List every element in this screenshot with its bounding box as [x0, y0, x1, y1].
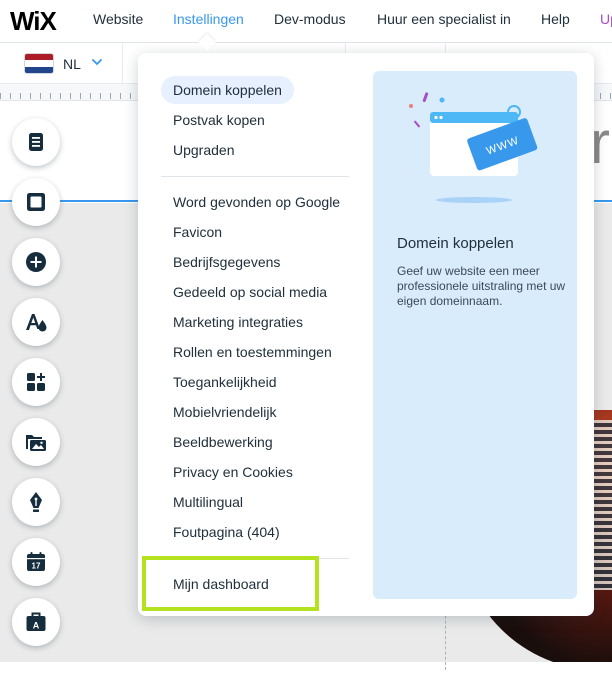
highlight-annotation [142, 556, 319, 611]
info-title: Domein koppelen [397, 235, 514, 252]
menu-toegankelijkheid[interactable]: Toegankelijkheid [161, 368, 289, 396]
nav-instellingen[interactable]: Instellingen [173, 11, 244, 27]
menu-favicon[interactable]: Favicon [161, 218, 234, 246]
menu-postvak-kopen[interactable]: Postvak kopen [161, 106, 277, 134]
media-button[interactable] [12, 418, 60, 466]
background-icon [27, 193, 45, 211]
top-bar: WiX Website Instellingen Dev-modus Huur … [0, 0, 612, 43]
menu-marketing-integraties[interactable]: Marketing integraties [161, 308, 315, 336]
menu-multilingual[interactable]: Multilingual [161, 488, 255, 516]
domain-illustration-icon: WWW [409, 92, 538, 203]
language-code[interactable]: NL [63, 56, 81, 72]
nav-upgrade[interactable]: Up [600, 11, 612, 27]
canvas-image-detail [592, 420, 612, 590]
pages-button[interactable] [12, 118, 60, 166]
pen-icon [30, 492, 42, 512]
canvas-footer-strip [0, 662, 612, 681]
menu-domein-koppelen[interactable]: Domein koppelen [161, 76, 294, 104]
chevron-down-icon[interactable] [90, 55, 104, 69]
nav-hire-specialist[interactable]: Huur een specialist in [377, 11, 511, 27]
menu-gedeeld-op-social-media[interactable]: Gedeeld op social media [161, 278, 339, 306]
flag-nl-icon[interactable] [25, 54, 53, 73]
nav-dev-modus[interactable]: Dev-modus [274, 11, 346, 27]
apps-icon [27, 373, 45, 391]
design-icon [26, 314, 47, 332]
menu-mobielvriendelijk[interactable]: Mobielvriendelijk [161, 398, 289, 426]
menu-divider [161, 176, 349, 177]
apps-button[interactable] [12, 358, 60, 406]
svg-text:A: A [33, 621, 40, 631]
background-button[interactable] [12, 178, 60, 226]
menu-rollen-en-toestemmingen[interactable]: Rollen en toestemmingen [161, 338, 344, 366]
subbar-divider [122, 43, 123, 83]
add-icon [26, 252, 46, 272]
blog-button[interactable] [12, 478, 60, 526]
menu-beeldbewerking[interactable]: Beeldbewerking [161, 428, 285, 456]
info-description: Geef uw website een meer professionele u… [397, 264, 566, 308]
menu-bedrijfsgegevens[interactable]: Bedrijfsgegevens [161, 248, 292, 276]
nav-help[interactable]: Help [541, 11, 570, 27]
business-briefcase-icon: A [26, 612, 46, 631]
business-button[interactable]: A [12, 598, 60, 646]
menu-privacy-en-cookies[interactable]: Privacy en Cookies [161, 458, 305, 486]
bookings-calendar-icon: 17 [27, 552, 45, 571]
nav-website[interactable]: Website [93, 11, 143, 27]
menu-foutpagina-404[interactable]: Foutpagina (404) [161, 518, 292, 546]
bookings-button[interactable]: 17 [12, 538, 60, 586]
calendar-number: 17 [32, 562, 41, 571]
add-button[interactable] [12, 238, 60, 286]
menu-upgraden[interactable]: Upgraden [161, 136, 247, 164]
design-button[interactable] [12, 298, 60, 346]
menu-word-gevonden-op-google[interactable]: Word gevonden op Google [161, 188, 352, 216]
media-icon [26, 435, 46, 451]
wix-logo[interactable]: WiX [10, 6, 57, 37]
pages-icon [29, 133, 43, 151]
